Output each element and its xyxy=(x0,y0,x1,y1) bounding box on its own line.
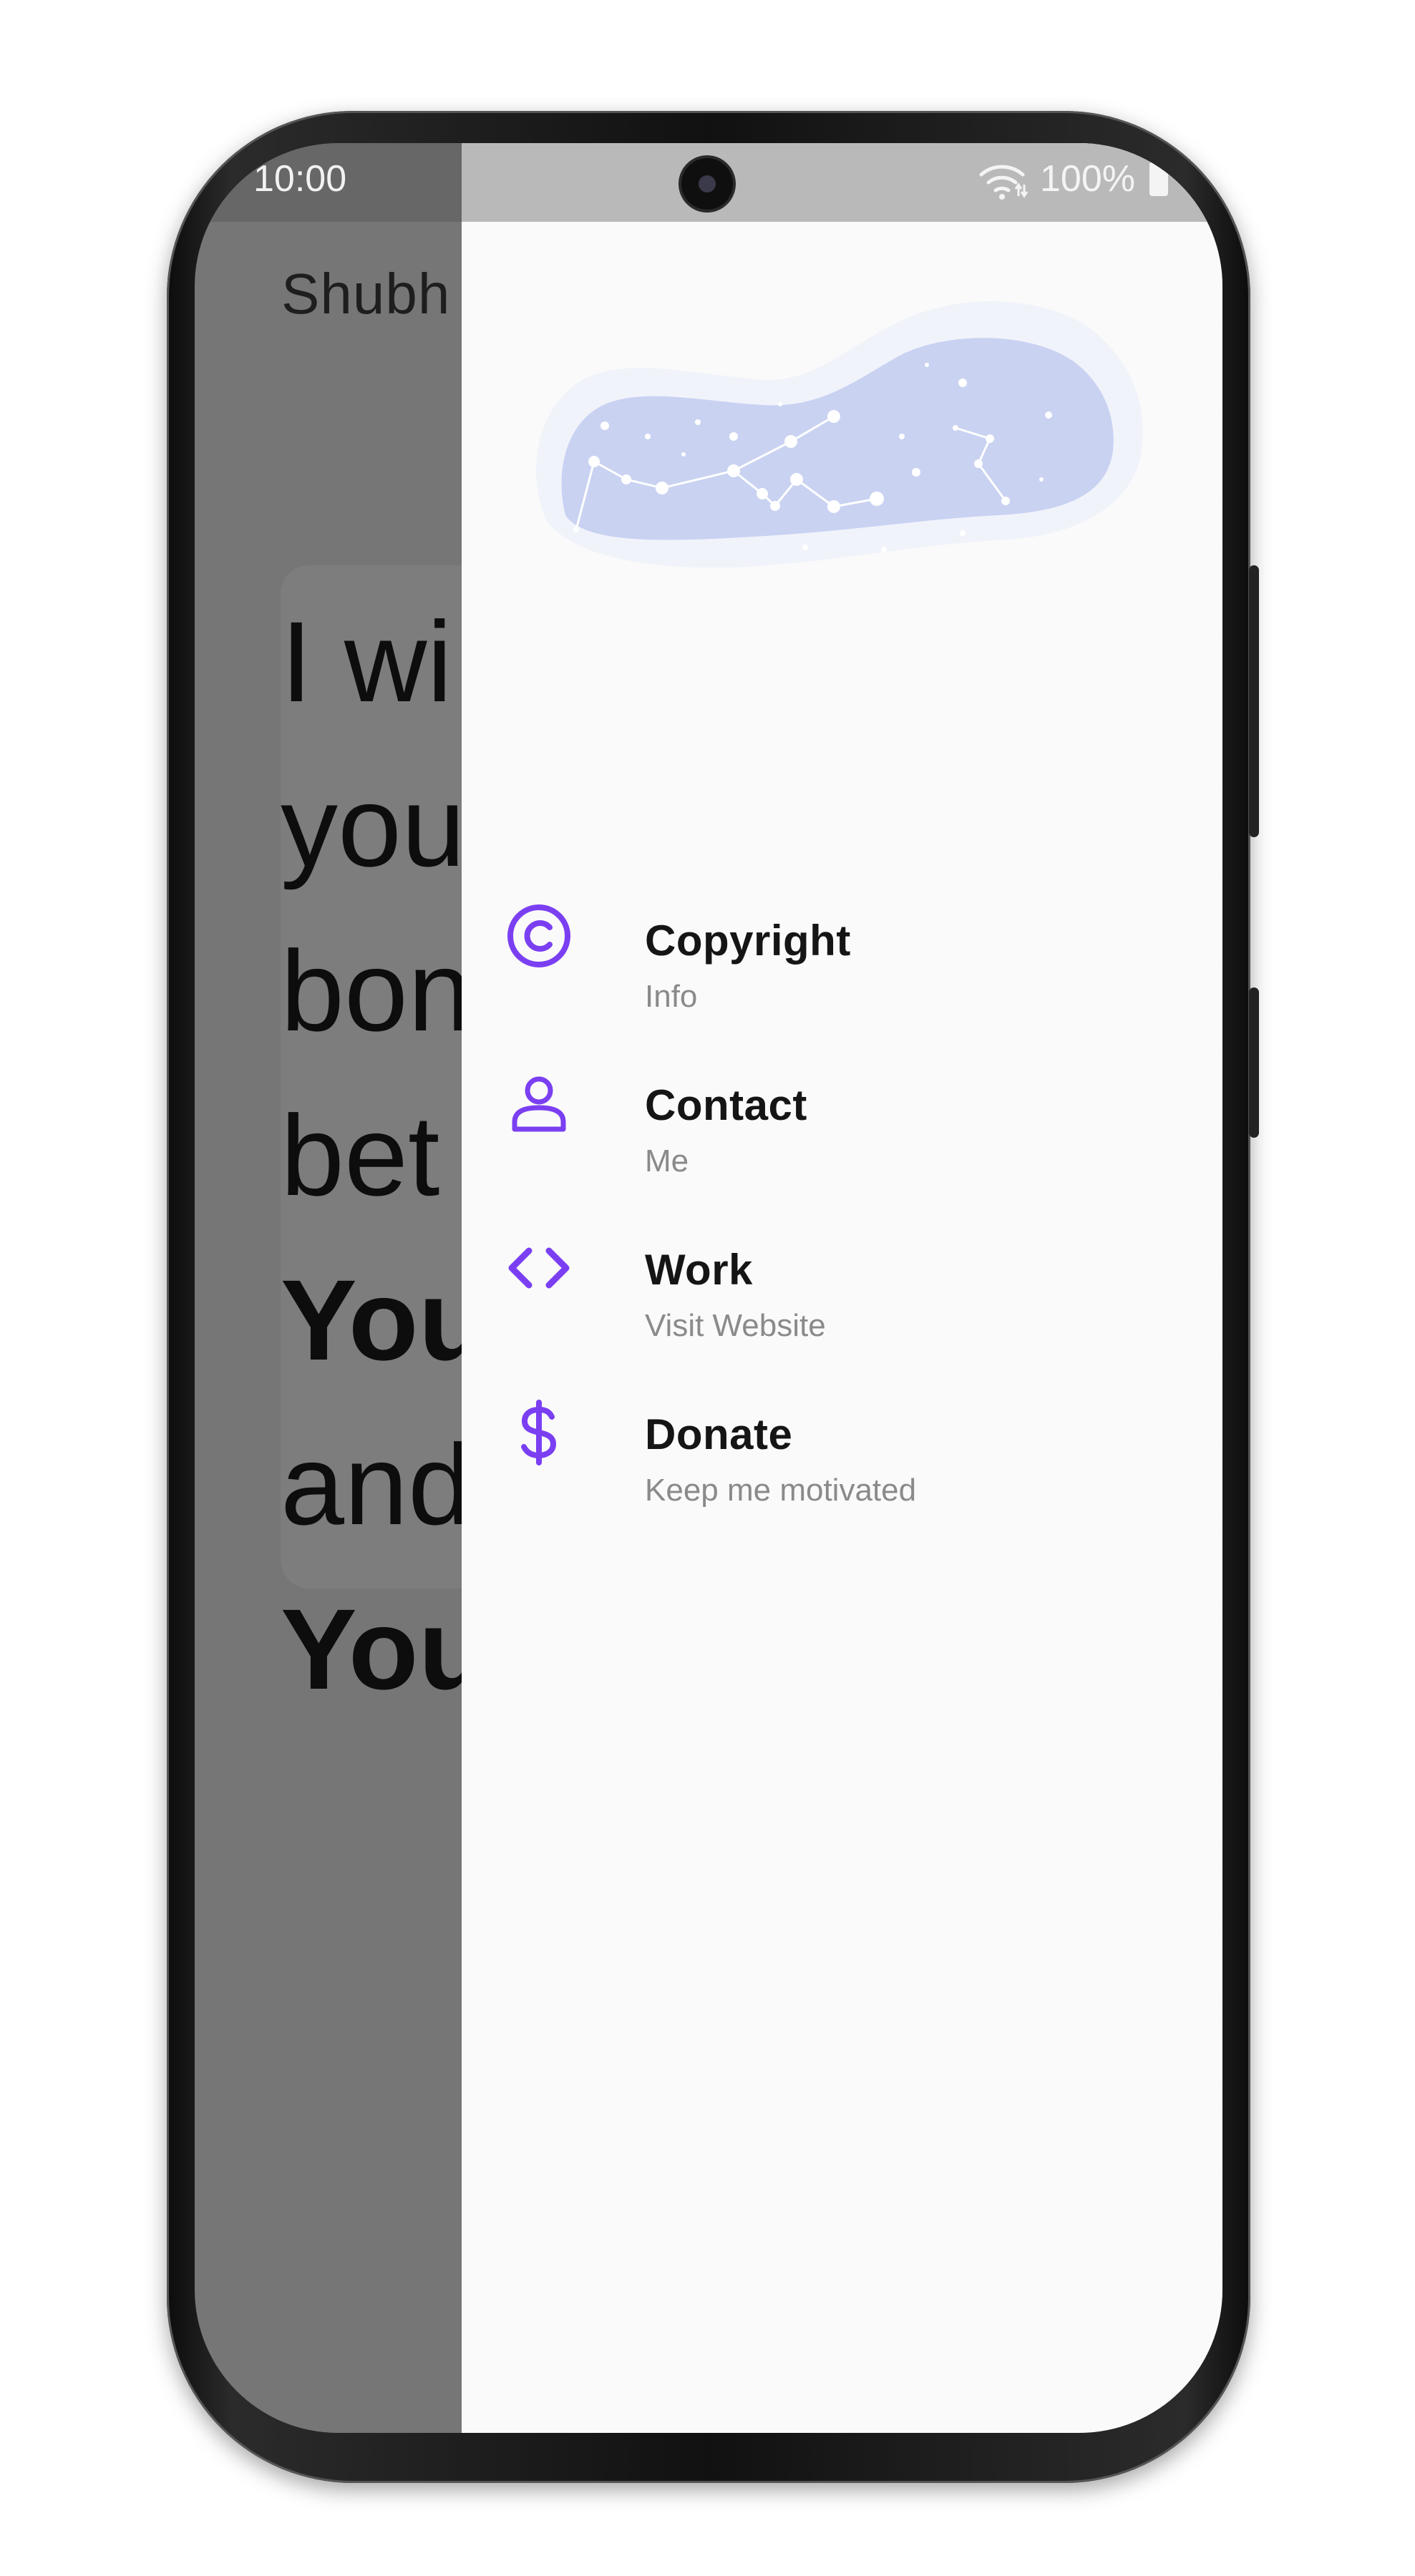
menu-item-title: Work xyxy=(645,1246,753,1294)
menu-item-title: Donate xyxy=(645,1410,793,1458)
menu-item-donate[interactable]: Donate Keep me motivated xyxy=(462,1400,1222,1553)
constellation-illustration xyxy=(536,301,1143,568)
volume-button xyxy=(1249,565,1259,837)
quote-text: I wi you bon bet You and You xyxy=(281,580,488,1732)
wifi-icon xyxy=(979,165,1029,200)
menu-item-title: Copyright xyxy=(645,917,851,965)
menu-item-work[interactable]: Work Visit Website xyxy=(462,1245,1222,1388)
menu-item-subtitle: Me xyxy=(645,1143,689,1179)
person-icon xyxy=(505,1069,573,1138)
app-title: Shubh xyxy=(281,262,451,326)
status-bar-left: 10:00 xyxy=(195,143,462,222)
power-button xyxy=(1249,987,1259,1138)
front-camera xyxy=(681,158,733,210)
quote-line: You xyxy=(281,1585,489,1713)
quote-line: bon xyxy=(281,927,472,1055)
menu-item-subtitle: Visit Website xyxy=(645,1308,826,1343)
quote-line: you xyxy=(281,762,465,890)
status-bar: 100% xyxy=(462,143,1222,222)
code-icon xyxy=(505,1234,573,1302)
quote-line: You xyxy=(281,1256,489,1384)
phone-screen: Shubh I wi you bon bet You and You 10:00… xyxy=(195,143,1222,2433)
menu-item-subtitle: Keep me motivated xyxy=(645,1473,917,1508)
menu-item-copyright[interactable]: Copyright Info xyxy=(462,904,1222,1059)
status-time: 10:00 xyxy=(253,158,347,200)
navigation-drawer: 100% Copyright Info Contact Me Work Visi… xyxy=(462,143,1222,2433)
dollar-icon xyxy=(505,1398,573,1467)
copyright-icon xyxy=(505,902,573,970)
battery-percent: 100% xyxy=(1040,158,1135,200)
quote-line: bet xyxy=(281,1091,440,1219)
battery-icon xyxy=(1149,157,1168,196)
menu-item-contact[interactable]: Contact Me xyxy=(462,1076,1222,1224)
menu-item-title: Contact xyxy=(645,1081,807,1129)
menu-item-subtitle: Info xyxy=(645,979,698,1014)
quote-line: I wi xyxy=(281,597,452,726)
quote-line: and xyxy=(281,1420,472,1548)
